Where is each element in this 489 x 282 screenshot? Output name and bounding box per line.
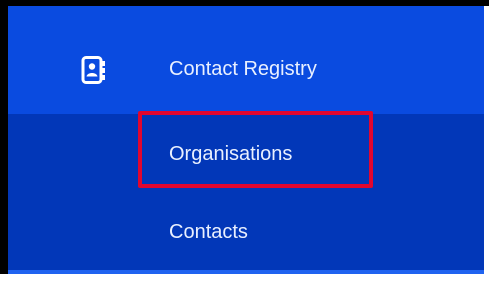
screenshot-frame: Contact Registry Organisations Contacts [0, 0, 489, 282]
sidebar-section-label: Contact Registry [169, 58, 317, 80]
right-border [484, 6, 489, 282]
bottom-border [0, 274, 489, 282]
sidebar-item-label-contacts: Contacts [169, 221, 248, 243]
contact-book-icon [81, 56, 105, 84]
highlight-annotation-box [138, 111, 373, 188]
